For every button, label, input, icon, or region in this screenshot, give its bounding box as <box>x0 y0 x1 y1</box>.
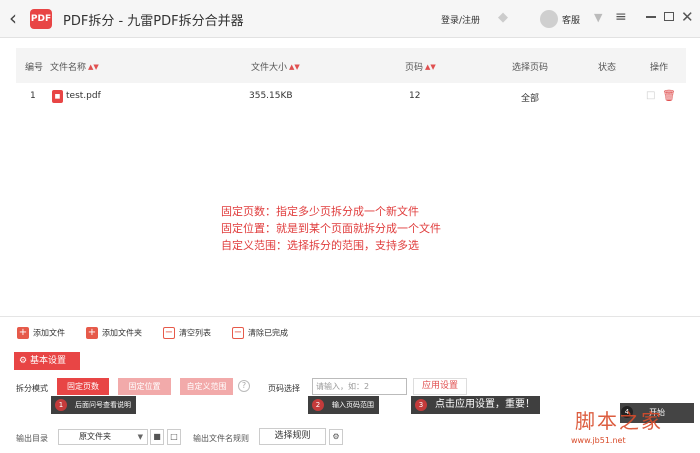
note-line: 自定义范围：选择拆分的范围，支持多选 <box>221 239 419 252</box>
split-mode-label: 拆分模式 <box>16 384 48 393</box>
divider <box>0 316 700 317</box>
hint-number: 1 <box>55 399 67 411</box>
close-icon[interactable]: ✕ <box>681 7 694 27</box>
folder-plus-icon: + <box>86 327 98 339</box>
add-folder-label: 添加文件夹 <box>102 328 142 338</box>
app-logo: PDF <box>30 9 52 29</box>
gear-icon: ⚙ <box>19 356 28 366</box>
hint-callout-1: 1 后面问号查看说明 <box>51 396 136 414</box>
trash-icon: − <box>163 327 175 339</box>
hint-number: 2 <box>312 399 324 411</box>
header-select-pages: 选择页码 <box>512 63 549 73</box>
gear-icon[interactable]: ⚙ <box>329 429 343 445</box>
watermark-url: www.jb51.net <box>571 436 626 445</box>
shirt-icon[interactable]: ▼ <box>594 11 602 24</box>
hint-text: 输入页码范围 <box>332 401 374 409</box>
mode-explanation-note: 固定页数：指定多少页拆分成一个新文件 固定位置：就是到某个页面就拆分成一个文件 … <box>221 203 441 254</box>
mode-fixed-position-button[interactable]: 固定位置 <box>118 378 171 395</box>
clear-done-label: 清除已完成 <box>248 328 288 338</box>
app-title: PDF拆分 - 九雷PDF拆分合并器 <box>63 14 244 29</box>
row-index: 1 <box>30 91 36 101</box>
title-bar: ‹ PDF PDF拆分 - 九雷PDF拆分合并器 登录/注册 ◆ 客服 ▼ ≡ … <box>0 0 700 38</box>
note-line: 固定位置：就是到某个页面就拆分成一个文件 <box>221 222 441 235</box>
hint-callout-3: 3 点击应用设置，重要！ <box>411 396 540 414</box>
open-folder-icon[interactable]: □ <box>167 429 181 445</box>
mode-fixed-pages-button[interactable]: 固定页数 <box>57 378 109 395</box>
add-folder-button[interactable]: + 添加文件夹 <box>86 327 142 341</box>
header-filesize-label: 文件大小 <box>251 63 288 73</box>
chevron-down-icon: ▼ <box>137 433 143 441</box>
note-line: 固定页数：指定多少页拆分成一个新文件 <box>221 205 419 218</box>
header-pages-label: 页码 <box>405 63 424 73</box>
customer-service-avatar[interactable] <box>540 10 558 28</box>
add-file-label: 添加文件 <box>33 328 65 338</box>
header-filesize[interactable]: 文件大小 ▲▼ <box>251 60 300 73</box>
table-row[interactable]: 1 ■ test.pdf 355.15KB 12 全部 □ 🗑 <box>16 84 686 109</box>
back-icon[interactable]: ‹ <box>9 8 25 30</box>
header-filename[interactable]: 文件名称 ▲▼ <box>50 60 99 73</box>
output-dir-label: 输出目录 <box>16 434 48 443</box>
select-rule-button[interactable]: 选择规则 <box>259 428 326 445</box>
login-link[interactable]: 登录/注册 <box>441 13 480 26</box>
header-status: 状态 <box>598 63 617 73</box>
output-dir-select[interactable]: 原文件夹 ▼ <box>58 429 148 445</box>
header-index: 编号 <box>25 63 44 73</box>
row-filename: test.pdf <box>66 91 101 101</box>
row-pages: 12 <box>409 91 421 101</box>
diamond-icon[interactable]: ◆ <box>498 11 511 24</box>
clear-list-label: 清空列表 <box>179 328 211 338</box>
header-filename-label: 文件名称 <box>50 63 87 73</box>
row-filesize: 355.15KB <box>249 91 293 101</box>
apply-settings-button[interactable]: 应用设置 <box>413 378 467 395</box>
trash-icon: − <box>232 327 244 339</box>
sort-icon: ▲▼ <box>289 63 300 71</box>
hint-text: 后面问号查看说明 <box>75 401 131 409</box>
plus-icon: + <box>17 327 29 339</box>
clear-list-button[interactable]: − 清空列表 <box>163 327 211 341</box>
header-actions: 操作 <box>650 63 669 73</box>
help-icon[interactable]: ? <box>238 380 250 392</box>
menu-icon[interactable]: ≡ <box>615 10 627 24</box>
add-file-button[interactable]: + 添加文件 <box>17 327 65 341</box>
hint-number: 3 <box>415 399 427 411</box>
customer-service-label[interactable]: 客服 <box>562 13 580 26</box>
watermark-logo: 脚本之家 <box>575 409 663 433</box>
sort-icon: ▲▼ <box>88 63 99 71</box>
basic-settings-label: 基本设置 <box>29 356 66 366</box>
maximize-icon[interactable] <box>664 12 674 21</box>
hint-callout-2: 2 输入页码范围 <box>308 396 379 414</box>
browse-folder-icon[interactable]: ■ <box>150 429 164 445</box>
hint-text: 点击应用设置，重要！ <box>435 399 535 410</box>
page-range-input[interactable] <box>312 378 407 395</box>
file-table-header: 编号 文件名称 ▲▼ 文件大小 ▲▼ 页码 ▲▼ 选择页码 状态 操作 <box>16 48 686 83</box>
open-folder-icon[interactable]: □ <box>646 90 655 101</box>
row-selected-pages[interactable]: 全部 <box>521 91 539 104</box>
clear-done-button[interactable]: − 清除已完成 <box>232 327 288 341</box>
page-select-label: 页码选择 <box>268 384 300 393</box>
minimize-icon[interactable] <box>646 16 656 18</box>
delete-icon[interactable]: 🗑 <box>662 89 676 102</box>
sort-icon: ▲▼ <box>425 63 436 71</box>
mode-custom-range-button[interactable]: 自定义范围 <box>180 378 233 395</box>
filename-rule-label: 输出文件名规则 <box>193 434 249 443</box>
pdf-file-icon: ■ <box>52 90 63 103</box>
header-pages[interactable]: 页码 ▲▼ <box>405 60 436 73</box>
output-dir-value: 原文件夹 <box>79 432 111 441</box>
basic-settings-tab[interactable]: ⚙ 基本设置 <box>14 352 80 370</box>
